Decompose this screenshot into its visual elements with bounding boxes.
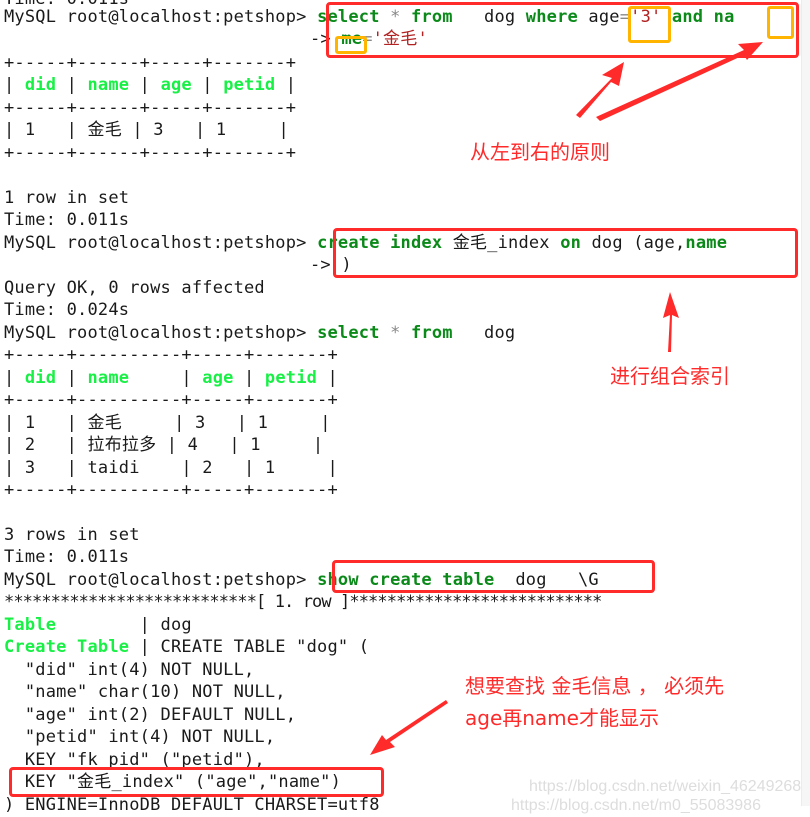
watermark: https://blog.csdn.net/m0_55083986 bbox=[511, 797, 761, 814]
annotation-query-order-line2: age再name才能显示 bbox=[465, 706, 659, 730]
annotation-composite-index: 进行组合索引 bbox=[610, 364, 730, 388]
arrow-to-name-icon bbox=[596, 42, 763, 121]
arrow-up-index-icon bbox=[663, 292, 679, 352]
arrow-to-key-icon bbox=[370, 700, 448, 755]
scrollbar[interactable] bbox=[801, 0, 810, 806]
annotation-left-to-right: 从左到右的原则 bbox=[470, 140, 610, 164]
watermark: https://blog.csdn.net/weixin_46249268 bbox=[529, 778, 802, 795]
annotation-query-order-line1: 想要查找 金毛信息 ， 必须先 bbox=[465, 674, 725, 698]
